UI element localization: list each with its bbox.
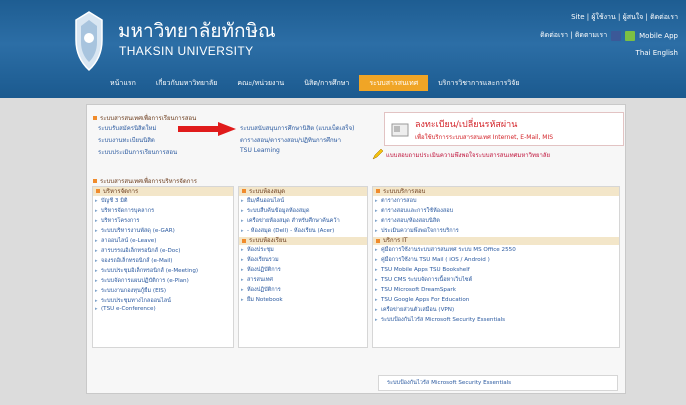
list-item[interactable]: ระบบสืบค้นข้อมูลห้องสมุด	[239, 206, 367, 216]
box-it-header: บริการ IT	[373, 237, 619, 245]
link-timetable[interactable]: ตารางสอน/ตารางสอบ/ปฏิทินการศึกษา	[240, 135, 341, 145]
nav-faculties[interactable]: คณะ/หน่วยงาน	[227, 75, 294, 91]
site-title-thai[interactable]: มหาวิทยาลัยทักษิณ	[118, 16, 276, 46]
nav-students[interactable]: นิสิต/การศึกษา	[294, 75, 359, 91]
list-item[interactable]: ระบบบริหารงานพัสดุ (e-GAR)	[93, 226, 233, 236]
list-item[interactable]: ระบบป้องกันไวรัส Microsoft Security Esse…	[373, 315, 619, 325]
link-student-support[interactable]: ระบบสนับสนุนการศึกษานิสิต (แบบเบ็ดเสร็จ)	[240, 123, 354, 133]
university-logo-icon[interactable]	[72, 10, 106, 76]
link-admission[interactable]: ระบบรับสมัครนิสิตใหม่	[98, 123, 156, 133]
pencil-icon	[372, 148, 384, 160]
list-item[interactable]: จองรถอิเล็กทรอนิกส์ (e-Mail)	[93, 256, 233, 266]
box-management-header: บริหารจัดการ	[93, 187, 233, 196]
site-title-english[interactable]: THAKSIN UNIVERSITY	[119, 44, 254, 58]
bullet-icon	[93, 116, 97, 120]
list-item[interactable]: บริหารจัดการบุคลากร	[93, 206, 233, 216]
list-item[interactable]: ยืม Notebook	[239, 295, 367, 305]
main-nav: หน้าแรก เกี่ยวกับมหาวิทยาลัย คณะ/หน่วยงา…	[100, 75, 530, 91]
list-item[interactable]: - ห้องสมุด (Dell) - ห้องเรียน (Acer)	[239, 226, 367, 236]
list-item[interactable]: ประเมินความพึงพอใจการบริการ	[373, 226, 619, 236]
list-item[interactable]: TSU CMS ระบบจัดการเนื้อหาเว็บไซต์	[373, 275, 619, 285]
list-item[interactable]: บริหารโครงการ	[93, 216, 233, 226]
list-item[interactable]: สารบรรณอิเล็กทรอนิกส์ (e-Doc)	[93, 246, 233, 256]
list-item[interactable]: คู่มือการใช้งานระบบสารสนเทศ ระบบ MS Offi…	[373, 245, 619, 255]
box-library: ระบบห้องสมุด ยืม/คืนออนไลน์ ระบบสืบค้นข้…	[238, 186, 368, 348]
box-classroom-header: ระบบห้องเรียน	[239, 237, 367, 245]
list-item[interactable]: ระบบจัดการแผนปฏิบัติการ (e-Plan)	[93, 276, 233, 286]
register-card-icon	[391, 123, 409, 137]
list-item[interactable]: ตารางการสอบ	[373, 196, 619, 206]
list-item[interactable]: ยืม/คืนออนไลน์	[239, 196, 367, 206]
list-item[interactable]: ห้องเรียนรวม	[239, 255, 367, 265]
red-arrow-icon	[178, 122, 236, 136]
box-library-header: ระบบห้องสมุด	[239, 187, 367, 196]
link-registration[interactable]: ระบบงานทะเบียนนิสิต	[98, 135, 155, 145]
list-item[interactable]: ระบบประชุมอิเล็กทรอนิกส์ (e-Meeting)	[93, 266, 233, 276]
list-item[interactable]: TSU Mobile Apps TSU Bookshelf	[373, 265, 619, 275]
list-item[interactable]: TSU Google Apps For Education	[373, 295, 619, 305]
mobile-icon[interactable]	[625, 30, 636, 41]
register-title[interactable]: ลงทะเบียน/เปลี่ยนรหัสผ่าน	[415, 117, 517, 131]
survey-link[interactable]: แบบสอบถามประเมินความพึงพอใจระบบสารสนเทศม…	[386, 150, 550, 160]
section-management-title: ระบบสารสนเทศเพื่อการบริหารจัดการ	[93, 176, 197, 186]
bullet-icon	[93, 179, 97, 183]
list-item[interactable]: ลาออนไลน์ (e-Leave)	[93, 236, 233, 246]
link-teaching-evaluation[interactable]: ระบบประเมินการเรียนการสอน	[98, 147, 177, 157]
follow-links[interactable]: ติดต่อเรา | ติดตามเรา	[540, 30, 607, 41]
list-item[interactable]: ตารางสอบ/ห้องสอบนิสิต	[373, 216, 619, 226]
list-item[interactable]: ระบบงานกองทุนกู้ยืม (EIS)	[93, 286, 233, 296]
social-bar: ติดต่อเรา | ติดตามเรา Mobile App	[540, 30, 678, 41]
nav-about[interactable]: เกี่ยวกับมหาวิทยาลัย	[146, 75, 227, 91]
list-item[interactable]: เครือข่ายห้องสมุด สำหรับศึกษาค้นคว้า	[239, 216, 367, 226]
list-item[interactable]: สารสนเทศ	[239, 275, 367, 285]
list-item[interactable]: คู่มือการใช้งาน TSU Mail ( iOS / Android…	[373, 255, 619, 265]
bottom-antivirus-link[interactable]: ระบบป้องกันไวรัส Microsoft Security Esse…	[378, 375, 618, 391]
list-item[interactable]: (TSU e-Conference)	[93, 306, 233, 313]
list-item[interactable]: TSU Microsoft DreamSpark	[373, 285, 619, 295]
link-tsu-learning[interactable]: TSU Learning	[240, 147, 280, 154]
register-banner[interactable]: ลงทะเบียน/เปลี่ยนรหัสผ่าน เพื่อใช้บริการ…	[384, 112, 624, 146]
box-management: บริหารจัดการ บัญชี 3 มิติ บริหารจัดการบุ…	[92, 186, 234, 348]
list-item[interactable]: บัญชี 3 มิติ	[93, 196, 233, 206]
register-subtitle: เพื่อใช้บริการระบบสารสนเทศ Internet, E-M…	[415, 134, 554, 141]
facebook-icon[interactable]	[611, 30, 622, 41]
list-item[interactable]: เครือข่ายส่วนตัวเสมือน (VPN)	[373, 305, 619, 315]
top-links[interactable]: Site | ผู้ใช้งาน | ผู้สนใจ | ติดต่อเรา	[571, 12, 678, 23]
list-item[interactable]: ตารางสอบและการใช้ห้องสอบ	[373, 206, 619, 216]
mobile-app-link[interactable]: Mobile App	[639, 32, 678, 40]
language-switch[interactable]: Thai English	[636, 49, 678, 57]
list-item[interactable]: ระบบประชุมทางไกลออนไลน์	[93, 296, 233, 306]
nav-information-systems[interactable]: ระบบสารสนเทศ	[359, 75, 429, 91]
list-item[interactable]: ห้องประชุม	[239, 245, 367, 255]
list-item[interactable]: ห้องปฏิบัติการ	[239, 285, 367, 295]
nav-services[interactable]: บริการวิชาการและการวิจัย	[428, 75, 529, 91]
box-exam-it: ระบบบริการสอบ ตารางการสอบ ตารางสอบและการ…	[372, 186, 620, 348]
box-exam-header: ระบบบริการสอบ	[373, 187, 619, 196]
nav-home[interactable]: หน้าแรก	[100, 75, 146, 91]
site-header: มหาวิทยาลัยทักษิณ THAKSIN UNIVERSITY Sit…	[0, 0, 686, 98]
list-item[interactable]: ห้องปฏิบัติการ	[239, 265, 367, 275]
